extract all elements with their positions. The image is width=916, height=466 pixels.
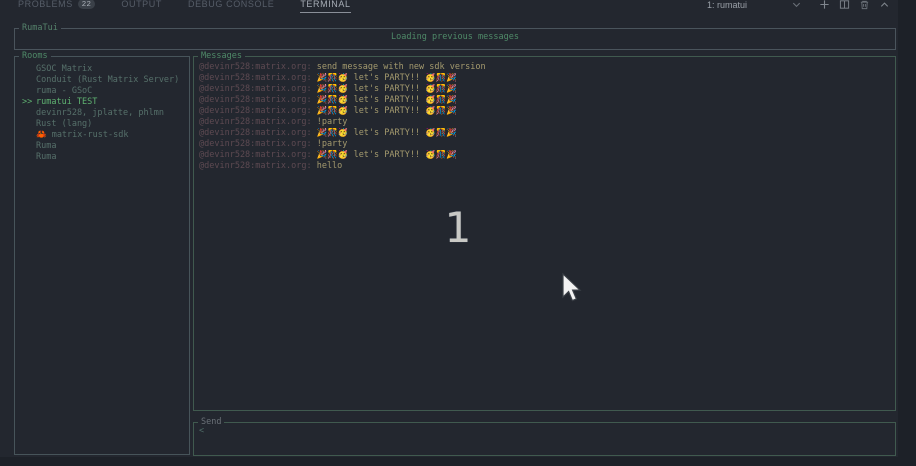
- message-line: @devinr528:matrix.org: 🎉🎊🥳 let's PARTY!!…: [199, 73, 892, 84]
- tab-debug-console-label: DEBUG CONSOLE: [188, 0, 274, 9]
- room-label: devinr528, jplatte, phlmn: [36, 108, 164, 118]
- message-text: 🎉🎊🥳 let's PARTY!! 🥳🎊🎉: [317, 128, 457, 138]
- room-item[interactable]: Ruma: [15, 152, 189, 163]
- message-text: send message with new sdk version: [317, 62, 486, 72]
- terminal-picker[interactable]: 1: rumatui: [707, 0, 802, 10]
- messages-panel: Messages @devinr528:matrix.org: send mes…: [193, 56, 896, 411]
- room-item[interactable]: Ruma: [15, 141, 189, 152]
- message-sender: @devinr528:matrix.org:: [199, 73, 317, 83]
- message-line: @devinr528:matrix.org: !party: [199, 139, 892, 150]
- message-sender: @devinr528:matrix.org:: [199, 84, 317, 94]
- room-label: rumatui TEST: [36, 97, 97, 107]
- message-sender: @devinr528:matrix.org:: [199, 139, 317, 149]
- new-terminal-button[interactable]: [819, 0, 830, 10]
- messages-list: @devinr528:matrix.org: send message with…: [199, 62, 892, 172]
- room-label: Conduit (Rust Matrix Server): [36, 75, 179, 85]
- room-label: Ruma: [36, 141, 56, 151]
- room-label: ruma - GSoC: [36, 86, 92, 96]
- tab-problems[interactable]: PROBLEMS 22: [18, 0, 95, 12]
- message-sender: @devinr528:matrix.org:: [199, 150, 317, 160]
- message-sender: @devinr528:matrix.org:: [199, 62, 317, 72]
- message-sender: @devinr528:matrix.org:: [199, 161, 317, 171]
- message-line: @devinr528:matrix.org: 🎉🎊🥳 let's PARTY!!…: [199, 95, 892, 106]
- message-text: !party: [317, 117, 348, 127]
- tab-output[interactable]: OUTPUT: [121, 0, 162, 12]
- message-line: @devinr528:matrix.org: 🎉🎊🥳 let's PARTY!!…: [199, 106, 892, 117]
- room-item[interactable]: 🦀 matrix-rust-sdk: [15, 130, 189, 141]
- problems-count-badge: 22: [78, 0, 96, 9]
- split-terminal-button[interactable]: [839, 0, 850, 10]
- terminal-controls: 1: rumatui: [707, 0, 910, 12]
- overlay-number: 1: [438, 203, 478, 252]
- chevron-down-icon: [791, 0, 802, 10]
- send-input[interactable]: <: [199, 426, 204, 437]
- message-text: 🎉🎊🥳 let's PARTY!! 🥳🎊🎉: [317, 106, 457, 116]
- terminal-scrollbar-gutter[interactable]: [898, 0, 916, 466]
- room-item[interactable]: ruma - GSoC: [15, 86, 189, 97]
- terminal-picker-label: 1: rumatui: [707, 0, 747, 10]
- message-text: 🎉🎊🥳 let's PARTY!! 🥳🎊🎉: [317, 84, 457, 94]
- message-text: 🎉🎊🥳 let's PARTY!! 🥳🎊🎉: [317, 95, 457, 105]
- message-line: @devinr528:matrix.org: 🎉🎊🥳 let's PARTY!!…: [199, 84, 892, 95]
- rumatui-panel: RumaTui Loading previous messages: [14, 28, 896, 50]
- message-line: @devinr528:matrix.org: send message with…: [199, 62, 892, 73]
- message-sender: @devinr528:matrix.org:: [199, 117, 317, 127]
- tab-terminal[interactable]: TERMINAL: [300, 0, 350, 13]
- maximize-panel-button[interactable]: [879, 0, 890, 10]
- split-terminal-icon: [839, 0, 850, 10]
- message-text: 🎉🎊🥳 let's PARTY!! 🥳🎊🎉: [317, 73, 457, 83]
- room-label: 🦀 matrix-rust-sdk: [36, 130, 128, 140]
- loading-status: Loading previous messages: [15, 32, 895, 43]
- panel-tabs: PROBLEMS 22 OUTPUT DEBUG CONSOLE TERMINA…: [18, 0, 377, 13]
- chevron-up-icon: [879, 0, 890, 10]
- room-item[interactable]: devinr528, jplatte, phlmn: [15, 108, 189, 119]
- tab-output-label: OUTPUT: [121, 0, 162, 9]
- message-line: @devinr528:matrix.org: 🎉🎊🥳 let's PARTY!!…: [199, 150, 892, 161]
- tab-terminal-label: TERMINAL: [300, 0, 350, 9]
- mouse-cursor: [560, 272, 583, 304]
- room-item[interactable]: >> rumatui TEST: [15, 97, 189, 108]
- message-sender: @devinr528:matrix.org:: [199, 95, 317, 105]
- message-line: @devinr528:matrix.org: !party: [199, 117, 892, 128]
- message-sender: @devinr528:matrix.org:: [199, 106, 317, 116]
- room-label: Ruma: [36, 152, 56, 162]
- message-text: !party: [317, 139, 348, 149]
- trash-icon: [859, 0, 870, 10]
- message-text: 🎉🎊🥳 let's PARTY!! 🥳🎊🎉: [317, 150, 457, 160]
- room-item[interactable]: Conduit (Rust Matrix Server): [15, 75, 189, 86]
- message-line: @devinr528:matrix.org: hello: [199, 161, 892, 172]
- message-text: hello: [317, 161, 343, 171]
- room-item[interactable]: Rust (lang): [15, 119, 189, 130]
- rooms-panel: Rooms GSOC MatrixConduit (Rust Matrix Se…: [14, 56, 190, 455]
- rooms-list: GSOC MatrixConduit (Rust Matrix Server)r…: [15, 64, 189, 163]
- tab-problems-label: PROBLEMS: [18, 0, 73, 9]
- panel-header: PROBLEMS 22 OUTPUT DEBUG CONSOLE TERMINA…: [0, 0, 916, 15]
- tab-debug-console[interactable]: DEBUG CONSOLE: [188, 0, 274, 12]
- plus-icon: [819, 0, 830, 10]
- room-item[interactable]: GSOC Matrix: [15, 64, 189, 75]
- selected-room-marker: >>: [22, 97, 32, 108]
- messages-panel-title: Messages: [198, 51, 245, 61]
- panel-bottom-edge: [0, 457, 916, 466]
- room-label: GSOC Matrix: [36, 64, 92, 74]
- send-panel: Send <: [193, 422, 896, 456]
- room-label: Rust (lang): [36, 119, 92, 129]
- rooms-panel-title: Rooms: [19, 51, 51, 61]
- message-sender: @devinr528:matrix.org:: [199, 128, 317, 138]
- kill-terminal-button[interactable]: [859, 0, 870, 10]
- message-line: @devinr528:matrix.org: 🎉🎊🥳 let's PARTY!!…: [199, 128, 892, 139]
